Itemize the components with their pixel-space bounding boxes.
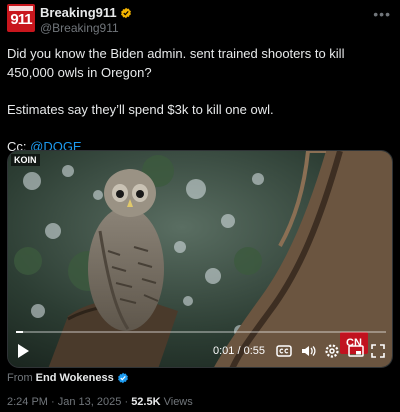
display-name[interactable]: Breaking911 — [40, 5, 117, 20]
tweet-body: Did you know the Biden admin. sent train… — [7, 44, 393, 156]
pip-icon[interactable] — [348, 343, 364, 359]
verified-badge-gold-icon — [120, 7, 131, 18]
tweet-header: 911 Breaking911 @Breaking911 ••• — [7, 4, 393, 36]
tweet-line-1: Did you know the Biden admin. sent train… — [7, 46, 345, 80]
tweet-line-2: Estimates say they’ll spend $3k to kill … — [7, 102, 274, 117]
tweet-meta: 2:24 PM · Jan 13, 2025 · 52.5K Views — [7, 396, 193, 408]
volume-icon[interactable] — [300, 343, 316, 359]
handle[interactable]: @Breaking911 — [40, 21, 119, 35]
tweet-date[interactable]: Jan 13, 2025 — [58, 396, 122, 408]
captions-icon[interactable] — [276, 343, 292, 359]
video-watermark: KOIN — [11, 154, 40, 166]
views-label: Views — [163, 396, 193, 408]
play-icon[interactable] — [16, 343, 30, 359]
avatar[interactable]: 911 — [7, 4, 35, 32]
time-display: 0:01 / 0:55 — [213, 345, 265, 357]
tweet-time[interactable]: 2:24 PM — [7, 396, 48, 408]
name-row: Breaking911 — [40, 5, 132, 20]
fullscreen-icon[interactable] — [370, 343, 386, 359]
media-attribution: From End Wokeness — [7, 372, 129, 384]
video-controls: 0:01 / 0:55 — [8, 339, 392, 365]
video-frame — [8, 151, 392, 367]
progress-fill — [16, 331, 23, 333]
verified-badge-blue-icon — [117, 372, 128, 384]
attribution-prefix: From — [7, 372, 33, 384]
attribution-source[interactable]: End Wokeness — [36, 372, 114, 384]
tweet: 911 Breaking911 @Breaking911 ••• Did you… — [0, 0, 400, 412]
video-player[interactable]: KOIN CN 0:01 / 0:55 — [7, 150, 393, 368]
progress-track[interactable] — [16, 331, 386, 333]
meta-separator-1: · — [51, 396, 55, 408]
views-count: 52.5K — [131, 396, 161, 408]
meta-separator-2: · — [124, 396, 129, 408]
avatar-text: 911 — [10, 11, 32, 28]
more-icon[interactable]: ••• — [373, 6, 391, 22]
settings-icon[interactable] — [324, 343, 340, 359]
